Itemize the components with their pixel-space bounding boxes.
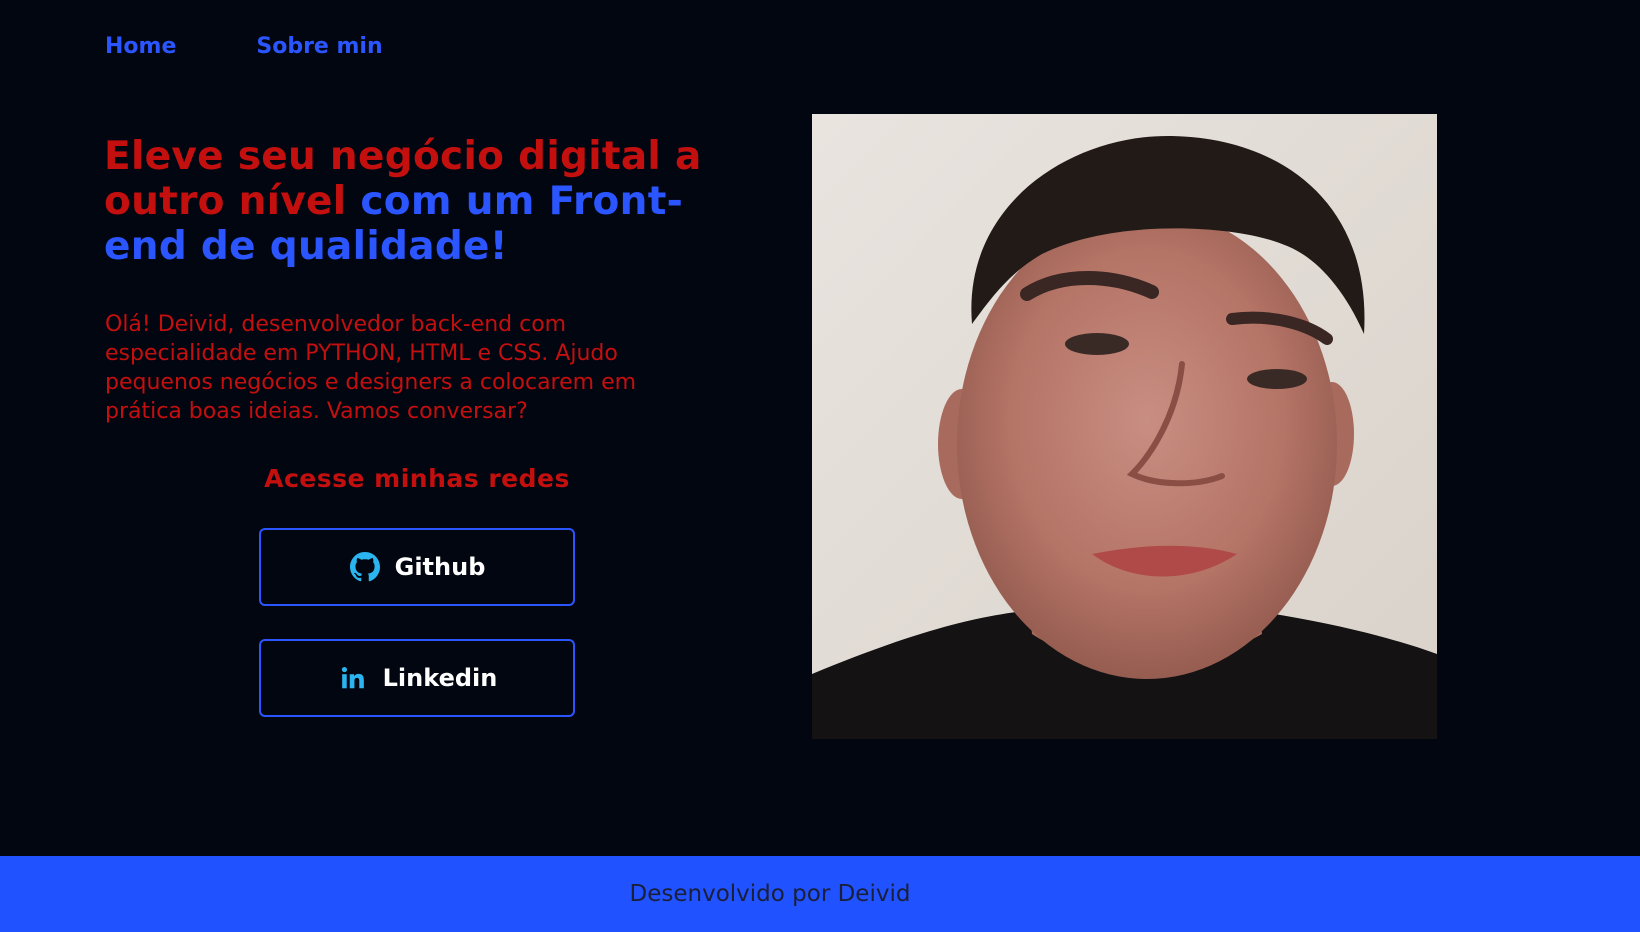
linkedin-button-label: Linkedin bbox=[382, 664, 498, 692]
github-button[interactable]: Github bbox=[259, 528, 575, 606]
top-nav: Home Sobre min bbox=[105, 34, 383, 59]
footer-text: Desenvolvido por Deivid bbox=[629, 881, 911, 907]
profile-photo bbox=[812, 114, 1437, 739]
linkedin-button[interactable]: Linkedin bbox=[259, 639, 575, 717]
page: Home Sobre min Eleve seu negócio digital… bbox=[0, 0, 1640, 932]
intro-text: Olá! Deivid, desenvolvedor back-end com … bbox=[105, 312, 637, 424]
github-icon bbox=[349, 551, 381, 583]
networks-title: Acesse minhas redes bbox=[264, 464, 570, 493]
footer: Desenvolvido por Deivid bbox=[0, 856, 1640, 932]
nav-about-link[interactable]: Sobre min bbox=[256, 34, 382, 59]
hero-title: Eleve seu negócio digital a outro nível … bbox=[104, 134, 724, 269]
linkedin-icon bbox=[337, 662, 369, 694]
github-button-label: Github bbox=[394, 553, 486, 581]
nav-home-link[interactable]: Home bbox=[105, 34, 176, 59]
